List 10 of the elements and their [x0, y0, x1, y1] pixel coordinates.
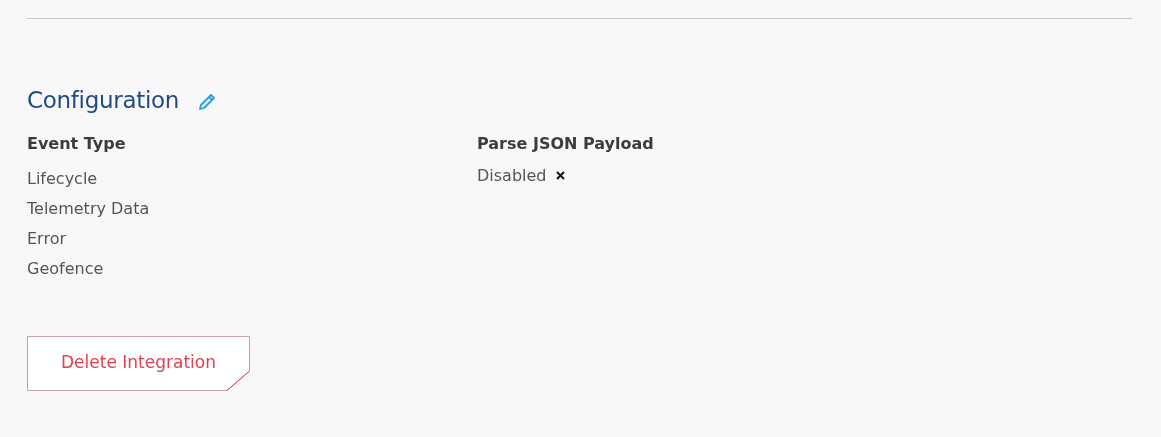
field-value: Disabled: [477, 164, 547, 187]
field-value: Error: [27, 227, 66, 250]
edit-icon[interactable]: [197, 91, 218, 112]
section-title: Configuration: [27, 86, 180, 115]
delete-button[interactable]: Delete Integration: [27, 335, 250, 391]
field-label: Parse JSON Payload: [477, 132, 654, 155]
field-value: Telemetry Data: [27, 197, 150, 220]
field-value: Lifecycle: [27, 167, 98, 190]
field-label: Event Type: [27, 132, 127, 155]
field-value: Geofence: [27, 257, 104, 280]
